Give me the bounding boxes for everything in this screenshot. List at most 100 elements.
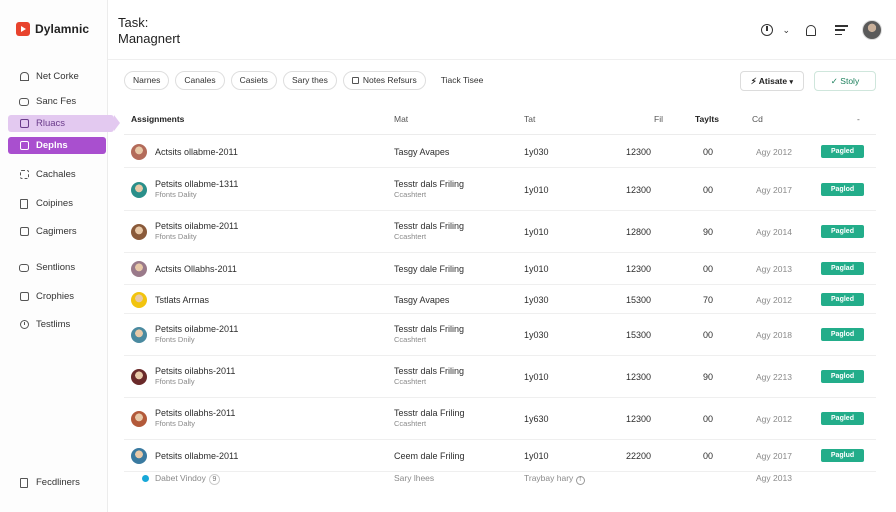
cell-date: Agy 2012 [756,147,792,157]
column-header-more[interactable]: - [857,114,860,124]
cell-t: 1y010 [524,264,549,274]
assignment-name: Petsits ollabhs-2011 [155,408,236,418]
filter-chip-notes-refsurs[interactable]: Notes Refsurs [342,71,426,90]
table-row[interactable]: Petsits oilabme-2011 Ffonts Dality Tesstr … [124,211,876,253]
sidebar-item-cagimers[interactable]: Cagimers [8,223,106,240]
header: Task: Managnert ⌄ [108,0,896,60]
assignment-name: Petsits oilabme-2011 [155,221,239,231]
avatar [131,327,147,343]
info-icon: f [575,476,585,485]
table-row[interactable]: Petsits oilabhs-2011 Ffonts Dally Tesstr d… [124,356,876,398]
filter-chip-canales[interactable]: Canales [175,71,225,90]
sidebar-item-label: Sentlions [36,262,76,273]
cell-date: Agy 2014 [756,227,792,237]
sidebar-item-sentlions[interactable]: Sentlions [8,259,106,276]
sidebar-item-coipines[interactable]: Coipines [8,195,106,212]
table-row[interactable]: Petsits oilabme-2011 Ffonts Dnily Tesstr d… [124,314,876,356]
footer-count-badge: 9 [208,474,220,485]
status-badge[interactable]: Paglod [821,328,864,341]
sidebar-item-label: Testlims [36,319,71,330]
box-icon [19,227,29,237]
column-header-fil[interactable]: Fil [654,114,663,124]
assignment-sub: Ffonts Dnily [155,335,195,344]
status-badge[interactable]: Paglud [821,449,864,462]
sidebar-item-label: Coipines [36,198,73,209]
filter-chip-sary-thes[interactable]: Sary thes [282,71,337,90]
sidebar-item-deplns[interactable]: Deplns [8,137,106,154]
sidebar: Dylamnic Net Corke Sanc Fes Rluacs Depln… [0,0,120,512]
status-badge[interactable]: Paglod [821,370,864,383]
table-row[interactable]: Tstlats Arrnas Tasgy Avapes 1y030 15300 70 Ag… [124,285,876,314]
table-row[interactable]: Petsits ollabme-1311 Ffonts Dality Tesstr … [124,168,876,211]
status-badge[interactable]: Pagled [821,145,864,158]
avatar [131,261,147,277]
status-badge[interactable]: Paglad [821,262,864,275]
cell-date: Agy 2013 [756,264,792,274]
cell-t: 1y030 [524,295,549,305]
study-button[interactable]: ✓ Stoly [814,71,876,91]
task-name: Tesstr dals Friling [394,366,465,376]
assignment-sub: Ffonts Dality [155,190,197,199]
grid-icon [19,170,29,180]
status-badge[interactable]: Pagled [821,412,864,425]
cell-f: 22200 [626,451,652,461]
table-footer-row[interactable]: Dabet Vindoy 9 Sary lhees Traybay hary f … [124,470,876,488]
assignment-name: Petsits ollabme-1311 [155,179,239,189]
cell-f: 12300 [626,414,652,424]
filter-tiack-tisee[interactable]: Tiack Tisee [431,71,493,90]
task-name: Tesstr dals Friling [394,179,465,189]
task-name: Tesgy dale Friling [394,264,465,274]
doc-icon [19,477,29,488]
sidebar-item-testlims[interactable]: Testlims [8,316,106,333]
avatar [131,224,147,240]
chat-icon [19,97,29,107]
clock-icon [19,320,29,330]
activate-button[interactable]: ⚡︎ Atisate ▾ [739,71,804,91]
notifications-button[interactable] [802,21,820,39]
table-row[interactable]: Petsits ollabhs-2011 Ffonts Dalty Tesstr d… [124,398,876,440]
cell-t: 1y030 [524,330,549,340]
status-badge[interactable]: Pagled [821,225,864,238]
chevron-down-icon[interactable]: ⌄ [782,25,790,36]
avatar [131,292,147,308]
sidebar-item-sanc-fes[interactable]: Sanc Fes [8,93,106,110]
column-header-taylts[interactable]: Taylts [695,114,719,124]
avatar [131,369,147,385]
sidebar-item-rluacs[interactable]: Rluacs [8,115,120,132]
assignment-name: Petsits oilabhs-2011 [155,366,236,376]
menu-button[interactable] [832,21,850,39]
sidebar-item-fecdliners[interactable]: Fecdliners [8,474,106,491]
filter-chip-casiets[interactable]: Casiets [230,71,277,90]
assignment-name: Actsits Ollabhs-2011 [155,264,237,274]
cell-f: 12300 [626,372,652,382]
column-header-mat[interactable]: Mat [394,114,408,124]
cell-f: 12300 [626,185,652,195]
sidebar-item-cachales[interactable]: Cachales [8,166,106,183]
brand[interactable]: Dylamnic [16,22,89,36]
column-header-tat[interactable]: Tat [524,114,535,124]
status-badge[interactable]: Pagled [821,293,864,306]
column-header-cd[interactable]: Cd [752,114,763,124]
assignment-sub: Ffonts Dalty [155,419,196,428]
cell-ty: 00 [703,264,714,274]
check-icon: ✓ [830,76,838,86]
table-row[interactable]: Actsits ollabme-2011 Tasgy Avapes 1y030 123… [124,135,876,168]
cell-ty: 00 [703,330,714,340]
sidebar-item-net-corke[interactable]: Net Corke [8,68,106,85]
table-row[interactable]: Petsits ollabme-2011 Ceem dale Friling 1y0… [124,440,876,472]
task-sub: Ccashtert [394,335,427,344]
header-toolbar: ⌄ [758,20,882,40]
task-name: Tesstr dala Friling [394,408,465,418]
filter-chip-narnes[interactable]: Narnes [124,71,170,90]
cell-date: Agy 2012 [756,414,792,424]
table-row[interactable]: Actsits Ollabhs-2011 Tesgy dale Friling 1y… [124,253,876,285]
cell-f: 12800 [626,227,652,237]
status-badge[interactable]: Paglod [821,183,864,196]
clock-button[interactable] [758,21,776,39]
brand-logo-icon [16,22,30,36]
chat-icon [19,263,29,273]
sidebar-item-crophies[interactable]: Crophies [8,288,106,305]
footer-name-text: Dabet Vindoy [155,473,206,483]
column-header-assignments[interactable]: Assignments [131,114,184,124]
avatar[interactable] [862,20,882,40]
